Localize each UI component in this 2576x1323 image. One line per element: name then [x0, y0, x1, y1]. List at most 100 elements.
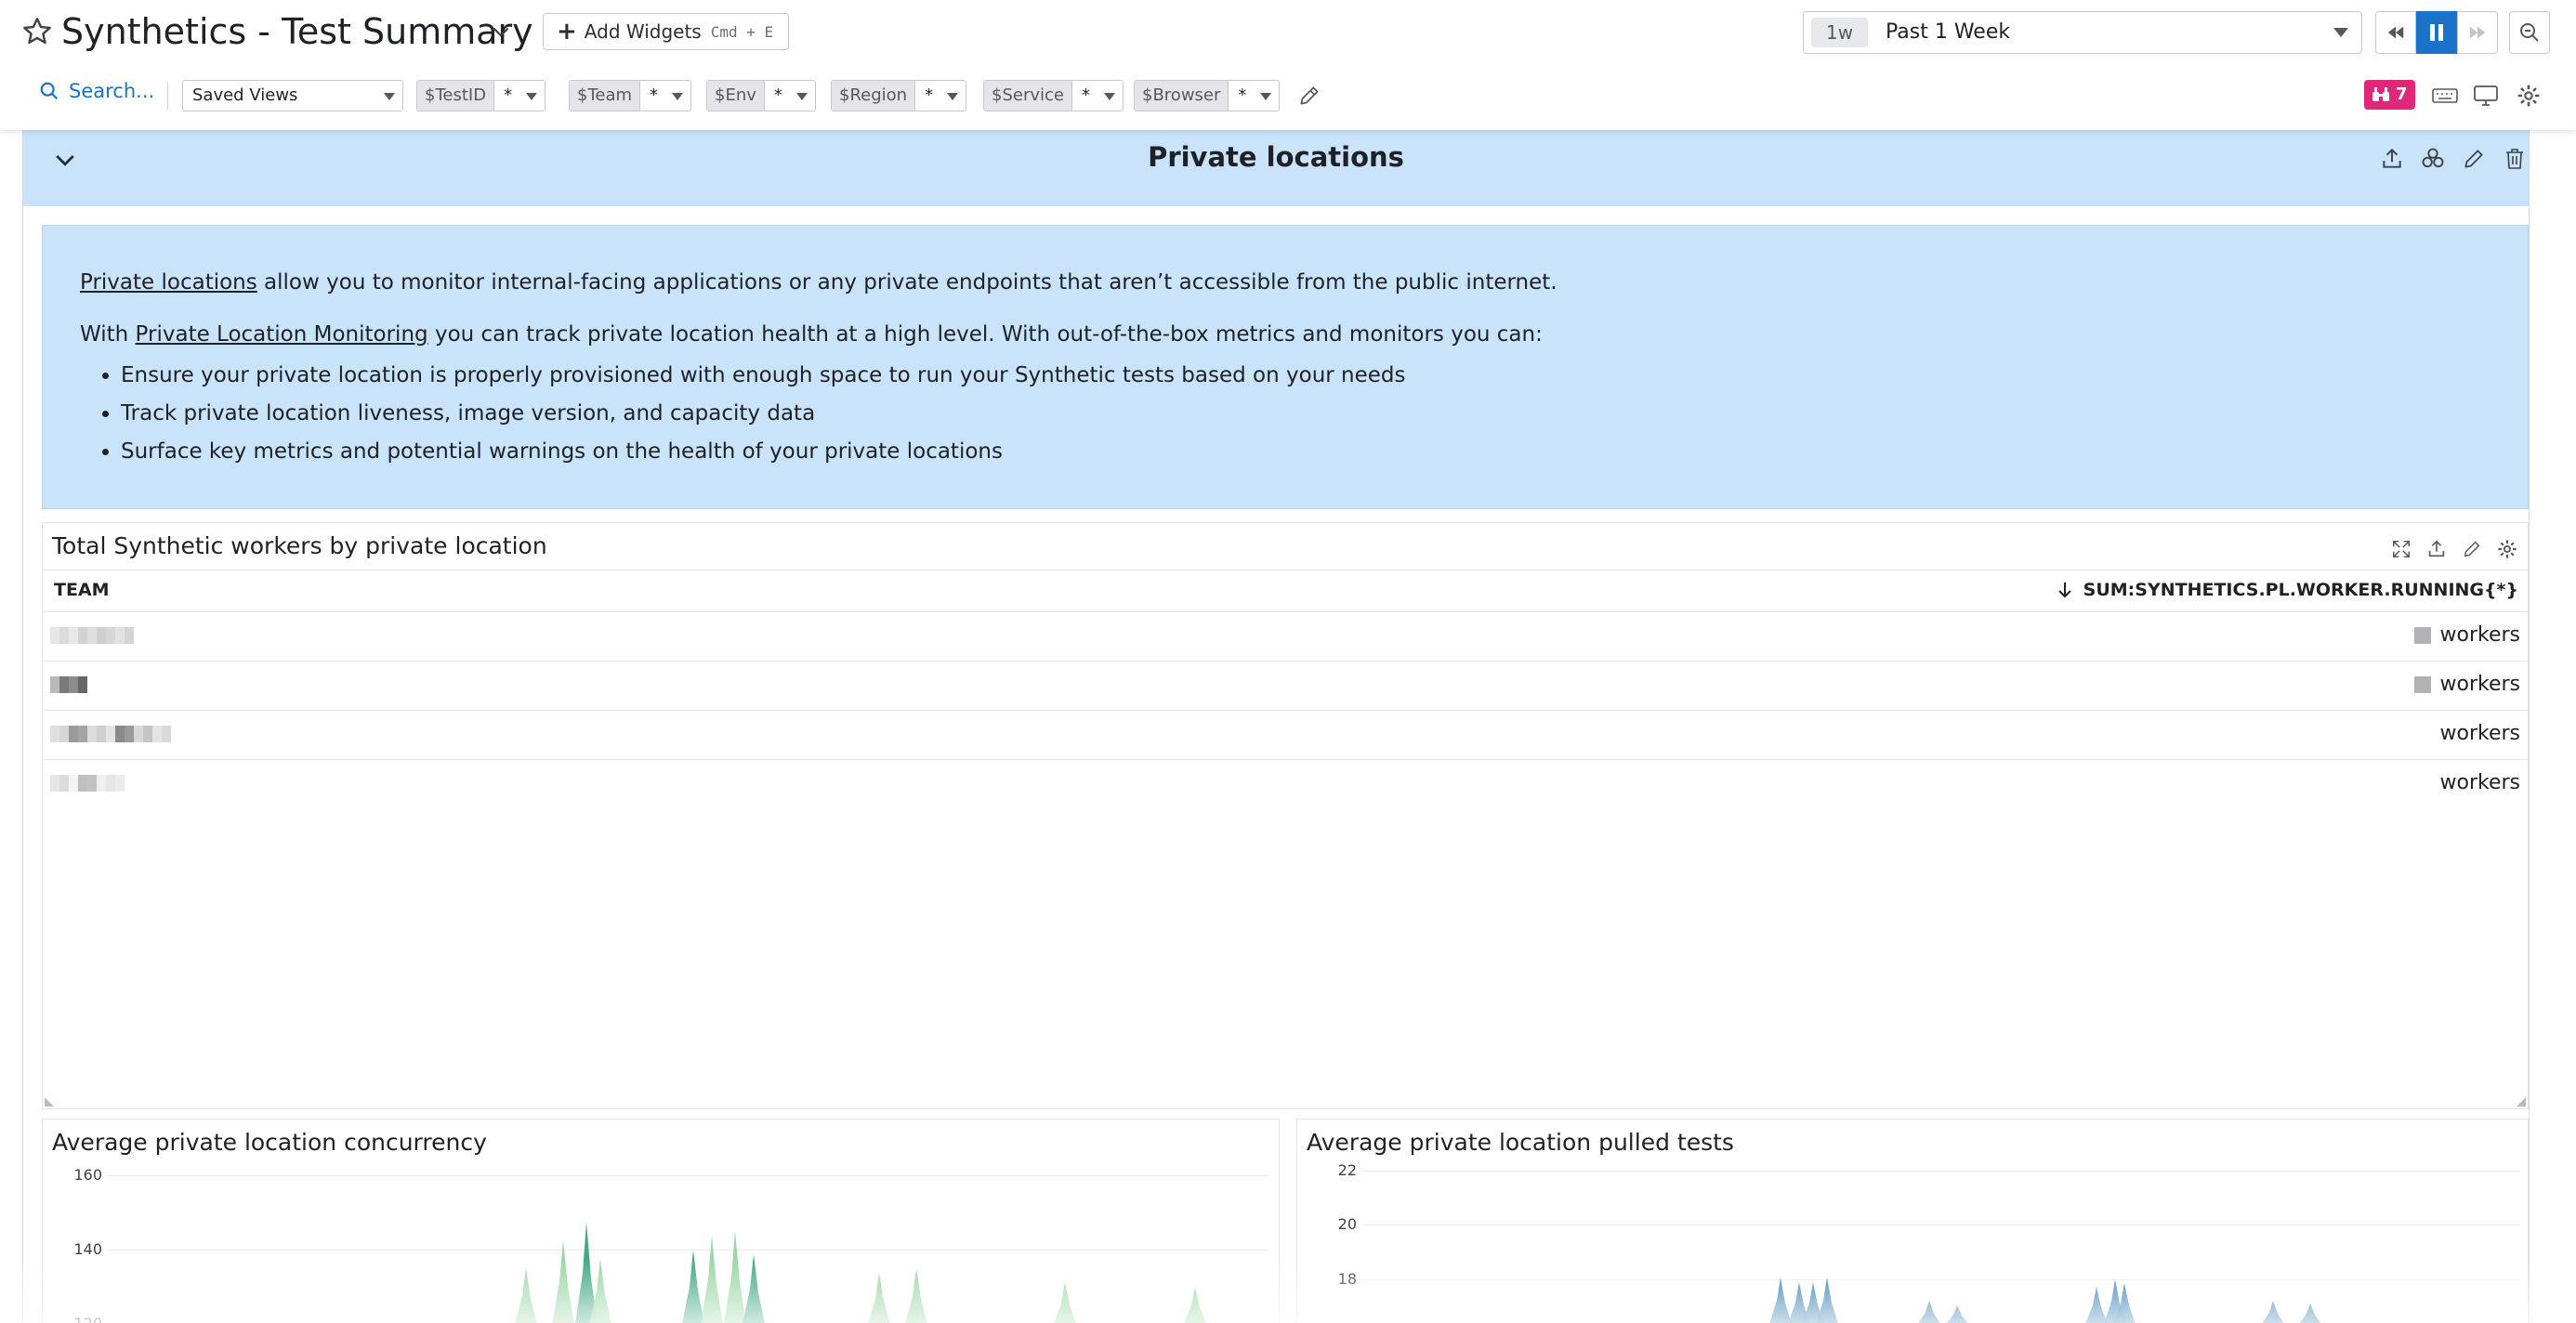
table-cell-value: workers [2413, 623, 2520, 647]
rewind-icon [2387, 26, 2404, 39]
template-var-env[interactable]: $Env * [706, 80, 816, 111]
expand-icon [2393, 541, 2410, 557]
value-unit: workers [2439, 722, 2521, 745]
template-var-value-text: * [1238, 85, 1247, 105]
tv-mode-button[interactable] [2472, 82, 2500, 110]
pulled-tests-chart-widget: Average private location pulled tests 22… [1296, 1119, 2529, 1323]
fullscreen-button[interactable] [2388, 536, 2414, 562]
search-button[interactable]: Search... [39, 80, 154, 102]
table-header: TEAM SUM:SYNTHETICS.PL.WORKER.RUNNING{*} [43, 570, 2528, 612]
pencil-icon[interactable] [1297, 84, 1321, 108]
area-spike [1918, 1301, 1940, 1323]
private-locations-link[interactable]: Private locations [80, 270, 257, 295]
area-spike [1816, 1277, 1838, 1323]
template-var-testid[interactable]: $TestID * [416, 80, 546, 111]
note-widget: Private locations allow you to monitor i… [42, 225, 2529, 509]
pause-button[interactable] [2416, 11, 2457, 54]
template-var-browser[interactable]: $Browser * [1134, 80, 1281, 111]
star-icon[interactable] [20, 15, 54, 48]
area-spike [905, 1268, 927, 1323]
dashboard-title[interactable]: Synthetics - Test Summary [61, 7, 533, 56]
keyboard-button[interactable] [2431, 82, 2459, 110]
template-var-value-text: * [650, 85, 659, 105]
template-var-value[interactable]: * [1072, 81, 1123, 111]
table-row[interactable]: workers [43, 662, 2528, 711]
widget-toolbar [2388, 536, 2520, 562]
zoom-out-button[interactable] [2509, 11, 2550, 54]
table-row[interactable]: workers [43, 612, 2528, 662]
column-header-team[interactable]: TEAM [54, 580, 110, 600]
note-text-1: allow you to monitor internal-facing app… [256, 270, 1557, 295]
saved-views-label: Saved Views [192, 85, 298, 105]
chart-series-area [515, 1222, 1206, 1323]
area-spike [2299, 1303, 2321, 1323]
area-spike [2262, 1301, 2284, 1323]
edit-widget-button[interactable] [2459, 536, 2485, 562]
resize-handle[interactable] [2517, 1097, 2526, 1107]
notifications-badge[interactable]: 7 [2364, 80, 2415, 110]
template-var-value[interactable]: * [765, 81, 815, 111]
fast-forward-icon [2469, 26, 2486, 39]
saved-views-select[interactable]: Saved Views [182, 80, 403, 111]
caret-down-icon [947, 93, 959, 100]
export-button[interactable] [2376, 143, 2408, 175]
divider [167, 82, 168, 110]
area-spike [701, 1236, 723, 1323]
template-var-value-text: * [504, 85, 513, 105]
resize-handle[interactable] [45, 1097, 54, 1107]
template-var-service[interactable]: $Service * [983, 80, 1124, 111]
caret-down-icon [795, 93, 808, 100]
group-title: Private locations [1148, 141, 1404, 173]
template-var-value[interactable]: * [494, 81, 545, 111]
search-label: Search... [69, 80, 155, 102]
template-var-value[interactable]: * [1229, 81, 1279, 111]
fast-forward-button[interactable] [2457, 11, 2498, 54]
group-header: Private locations [23, 130, 2529, 206]
chevron-down-icon[interactable] [489, 20, 513, 45]
concurrency-chart-widget: Average private location concurrency 160… [42, 1119, 1280, 1323]
export-icon [2428, 540, 2445, 557]
column-header-metric[interactable]: SUM:SYNTHETICS.PL.WORKER.RUNNING{*} [2057, 580, 2518, 600]
dashboard-header: Synthetics - Test Summary + Add Widgets … [0, 0, 2576, 130]
caret-down-icon [384, 93, 395, 100]
private-location-monitoring-link[interactable]: Private Location Monitoring [136, 322, 428, 347]
redacted-value [2413, 675, 2431, 693]
pause-icon [2430, 24, 2443, 41]
area-spike [724, 1231, 746, 1323]
area-spike [1946, 1305, 1968, 1323]
workers-table-widget: Total Synthetic workers by private locat… [42, 522, 2529, 1109]
template-variables-bar: Search... Saved Views $TestID * $Team * … [0, 72, 2576, 119]
template-var-value-text: * [1081, 85, 1090, 105]
widget-settings-button[interactable] [2494, 536, 2520, 562]
template-var-value[interactable]: * [915, 81, 966, 111]
area-spike [868, 1273, 890, 1323]
redacted-team-name [50, 775, 125, 792]
rewind-button[interactable] [2375, 11, 2416, 54]
area-spike [743, 1254, 765, 1323]
table-row[interactable]: workers [43, 760, 2528, 809]
template-var-region[interactable]: $Region * [831, 80, 967, 111]
column-header-metric-label: SUM:SYNTHETICS.PL.WORKER.RUNNING{*} [2083, 580, 2518, 600]
clone-button[interactable] [2417, 143, 2449, 175]
value-unit: workers [2439, 673, 2521, 696]
template-var-value[interactable]: * [640, 81, 690, 111]
clone-icon [2422, 148, 2444, 168]
delete-group-button[interactable] [2499, 143, 2530, 175]
list-item: Ensure your private location is properly… [121, 360, 2491, 391]
table-row[interactable]: workers [43, 711, 2528, 760]
pencil-icon [2464, 150, 2483, 168]
settings-button[interactable] [2515, 82, 2543, 110]
caret-down-icon [1103, 93, 1115, 100]
template-var-name: $TestID [417, 81, 495, 111]
template-var-name: $Team [570, 81, 641, 111]
export-icon [2383, 148, 2401, 168]
time-range-selector[interactable]: 1w Past 1 Week [1803, 11, 2362, 54]
edit-group-button[interactable] [2458, 143, 2490, 175]
table-cell-value: workers [2413, 673, 2521, 696]
plus-icon: + [557, 18, 577, 46]
template-var-team[interactable]: $Team * [569, 80, 692, 111]
list-item: Track private location liveness, image v… [121, 398, 2491, 429]
export-button[interactable] [2424, 536, 2450, 562]
add-widgets-button[interactable]: + Add Widgets Cmd + E [543, 13, 790, 50]
template-var-name: $Region [832, 81, 916, 111]
